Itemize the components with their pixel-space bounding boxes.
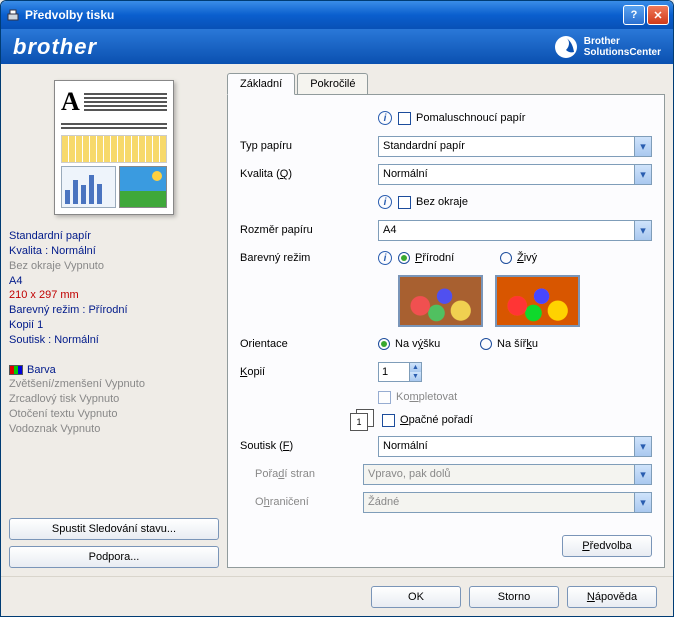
- spinner-up-icon[interactable]: ▲: [410, 363, 421, 372]
- brother-logo: brother: [13, 34, 97, 60]
- color-mode-label: Barevný režim: [240, 252, 378, 264]
- tab-advanced[interactable]: Pokročilé: [297, 73, 368, 95]
- chevron-down-icon: ▾: [634, 137, 651, 156]
- bottom-bar: OK Storno Nápověda: [1, 576, 673, 616]
- orientation-portrait-radio[interactable]: [378, 338, 390, 350]
- borderless-checkbox[interactable]: [398, 196, 411, 209]
- summary-color-mode: Barevný režim : Přírodní: [9, 303, 219, 318]
- start-status-monitor-button[interactable]: Spustit Sledování stavu...: [9, 518, 219, 540]
- summary-rotate: Otočení textu Vypnuto: [9, 407, 219, 422]
- summary-multipage: Soutisk : Normální: [9, 333, 219, 348]
- summary-color-label: Barva: [9, 363, 219, 378]
- color-mode-vivid-radio[interactable]: [500, 252, 512, 264]
- ok-button[interactable]: OK: [371, 586, 461, 608]
- slow-drying-paper-label: Pomaluschnoucí papír: [416, 112, 525, 124]
- paper-type-select[interactable]: Standardní papír▾: [378, 136, 652, 157]
- window-title: Předvolby tisku: [25, 8, 621, 22]
- collate-checkbox: [378, 391, 391, 404]
- app-icon: [5, 7, 21, 23]
- reverse-order-checkbox[interactable]: [382, 414, 395, 427]
- color-mode-vivid-thumb[interactable]: [495, 275, 580, 327]
- paper-type-label: Typ papíru: [240, 140, 378, 152]
- multipage-label: Soutisk (F): [240, 440, 378, 452]
- paper-size-label: Rozměr papíru: [240, 224, 378, 236]
- color-mode-natural-thumb[interactable]: [398, 275, 483, 327]
- brand-bar: brother BrotherSolutionsCenter: [1, 29, 673, 64]
- summary-borderless: Bez okraje Vypnuto: [9, 259, 219, 274]
- default-button[interactable]: Předvolba: [562, 535, 652, 557]
- tab-basic[interactable]: Základní: [227, 73, 295, 95]
- copies-label: Kopií: [240, 366, 378, 378]
- chevron-down-icon: ▾: [634, 437, 651, 456]
- page-order-select: Vpravo, pak dolů▾: [363, 464, 652, 485]
- quality-label: Kvalita (Q): [240, 168, 378, 180]
- summary-copies: Kopií 1: [9, 318, 219, 333]
- summary-quality: Kvalita : Normální: [9, 244, 219, 259]
- quality-select[interactable]: Normální▾: [378, 164, 652, 185]
- color-mode-vivid-label: Živý: [517, 252, 537, 264]
- chevron-down-icon: ▾: [634, 493, 651, 512]
- chevron-down-icon: ▾: [634, 221, 651, 240]
- summary-watermark: Vodoznak Vypnuto: [9, 422, 219, 437]
- print-preferences-window: Předvolby tisku ? ✕ brother BrotherSolut…: [0, 0, 674, 617]
- color-mode-natural-radio[interactable]: [398, 252, 410, 264]
- orientation-label: Orientace: [240, 338, 378, 350]
- help-titlebar-button[interactable]: ?: [623, 5, 645, 25]
- orientation-landscape-radio[interactable]: [480, 338, 492, 350]
- tabs: Základní Pokročilé: [227, 72, 665, 94]
- collate-label: Kompletovat: [396, 391, 457, 403]
- left-column: A Standardní papír Kvalita : Normální Be…: [9, 72, 219, 568]
- summary-size: A4: [9, 274, 219, 289]
- color-mode-natural-label: Přírodní: [415, 252, 500, 264]
- settings-summary: Standardní papír Kvalita : Normální Bez …: [9, 229, 219, 437]
- multipage-select[interactable]: Normální▾: [378, 436, 652, 457]
- summary-paper-type: Standardní papír: [9, 229, 219, 244]
- summary-mirror: Zrcadlový tisk Vypnuto: [9, 392, 219, 407]
- info-icon[interactable]: i: [378, 111, 392, 125]
- tab-panel-basic: i Pomaluschnoucí papír Typ papíru Standa…: [227, 94, 665, 568]
- close-button[interactable]: ✕: [647, 5, 669, 25]
- orientation-portrait-label: Na výšku: [395, 338, 480, 350]
- solutions-center-link[interactable]: BrotherSolutionsCenter: [554, 35, 661, 59]
- slow-drying-paper-checkbox[interactable]: [398, 112, 411, 125]
- border-line-label: Ohraničení: [240, 496, 363, 508]
- info-icon[interactable]: i: [378, 251, 392, 265]
- paper-size-select[interactable]: A4▾: [378, 220, 652, 241]
- summary-dimensions: 210 x 297 mm: [9, 288, 219, 303]
- page-preview: A: [54, 80, 174, 215]
- summary-scaling: Zvětšení/zmenšení Vypnuto: [9, 377, 219, 392]
- chevron-down-icon: ▾: [634, 465, 651, 484]
- border-line-select: Žádné▾: [363, 492, 652, 513]
- support-button[interactable]: Podpora...: [9, 546, 219, 568]
- borderless-label: Bez okraje: [416, 196, 468, 208]
- spinner-down-icon[interactable]: ▼: [410, 372, 421, 381]
- solutions-center-icon: [554, 35, 578, 59]
- page-stack-icon: 21: [350, 409, 376, 431]
- cancel-button[interactable]: Storno: [469, 586, 559, 608]
- copies-input[interactable]: [379, 363, 409, 381]
- chevron-down-icon: ▾: [634, 165, 651, 184]
- orientation-landscape-label: Na šířku: [497, 338, 538, 350]
- info-icon[interactable]: i: [378, 195, 392, 209]
- reverse-order-label: Opačné pořadí: [400, 414, 473, 426]
- color-swatch-icon: [9, 365, 23, 375]
- titlebar: Předvolby tisku ? ✕: [1, 1, 673, 29]
- right-column: Základní Pokročilé i Pomaluschnoucí papí…: [227, 72, 665, 568]
- page-order-label: Pořadí stran: [240, 468, 363, 480]
- help-button[interactable]: Nápověda: [567, 586, 657, 608]
- copies-stepper[interactable]: ▲▼: [378, 362, 422, 382]
